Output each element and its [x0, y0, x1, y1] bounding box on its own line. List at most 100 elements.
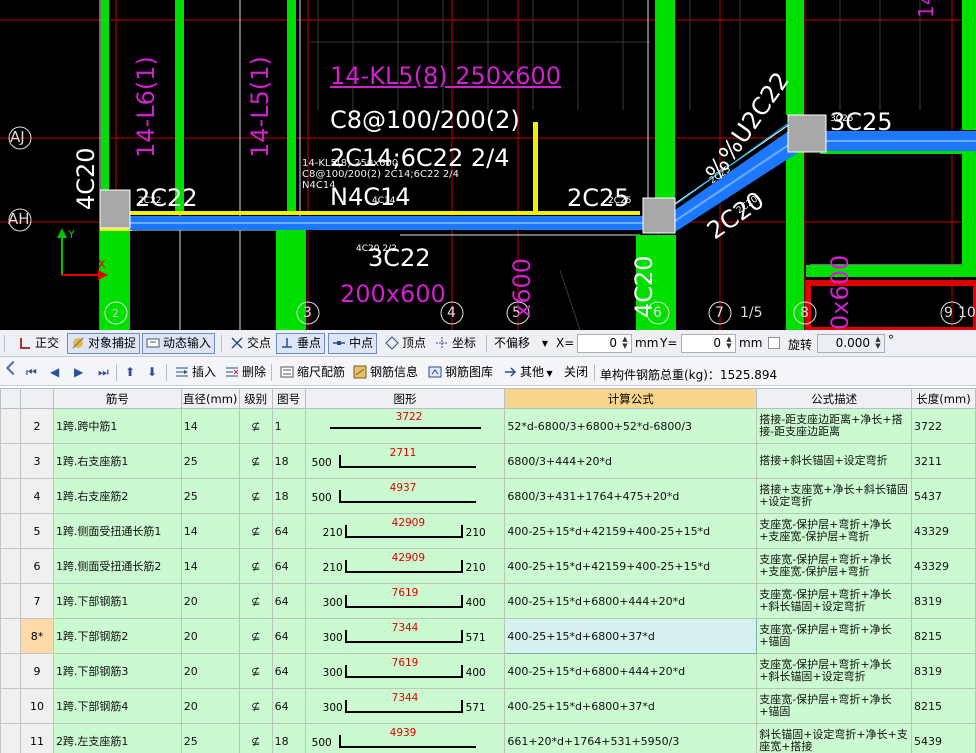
col-header-formula[interactable]: 计算公式: [504, 388, 758, 409]
row-index[interactable]: 2: [19, 408, 54, 444]
shape-cell[interactable]: 500 4937: [304, 478, 506, 514]
figure-number-cell[interactable]: 64: [271, 548, 306, 584]
col-header-length[interactable]: 长度(mm): [910, 388, 976, 409]
description-cell[interactable]: 支座宽-保护层+弯折+净长+斜长锚固+设定弯折: [756, 653, 912, 689]
table-row[interactable]: 2 1跨.跨中筋1 14 ⊈ 1 3722 52*d-6800/3+6800+52*d-68…: [0, 408, 976, 444]
col-header-name[interactable]: 筋号: [52, 388, 182, 409]
row-handle[interactable]: [0, 548, 21, 584]
length-cell[interactable]: 3722: [910, 408, 976, 444]
description-cell[interactable]: 支座宽-保护层+弯折+净长+锚固: [756, 688, 912, 724]
shape-cell[interactable]: 210 42909 210: [304, 513, 506, 549]
figure-number-cell[interactable]: 1: [271, 408, 306, 444]
object-snap-button[interactable]: 对象捕捉: [67, 333, 141, 354]
prev-record-button[interactable]: ◀: [46, 362, 63, 383]
rebar-name-cell[interactable]: 1跨.右支座筋2: [52, 478, 182, 514]
diameter-cell[interactable]: 20: [180, 583, 240, 619]
row-index[interactable]: 10: [19, 688, 54, 724]
formula-cell[interactable]: 400-25+15*d+42159+400-25+15*d: [504, 513, 758, 549]
col-header-description[interactable]: 公式描述: [756, 388, 912, 409]
close-button[interactable]: 关闭: [560, 362, 592, 383]
rebar-name-cell[interactable]: 1跨.下部钢筋4: [52, 688, 182, 724]
description-cell[interactable]: 搭接+斜长锚固+设定弯折: [756, 443, 912, 479]
next-record-button[interactable]: ▶: [70, 362, 87, 383]
y-spinner-icon[interactable]: ▲ ▼: [724, 336, 734, 351]
row-handle[interactable]: [0, 513, 21, 549]
last-record-button[interactable]: ⏭: [94, 362, 113, 383]
delete-button[interactable]: 删除: [221, 362, 270, 383]
formula-cell[interactable]: 400-25+15*d+42159+400-25+15*d: [504, 548, 758, 584]
row-handle[interactable]: [0, 478, 21, 514]
rebar-name-cell[interactable]: 1跨.右支座筋1: [52, 443, 182, 479]
rebar-name-cell[interactable]: 1跨.下部钢筋3: [52, 653, 182, 689]
length-cell[interactable]: 5439: [910, 723, 976, 753]
coordinate-snap-button[interactable]: 坐标: [431, 333, 480, 354]
formula-cell[interactable]: 6800/3+444+20*d: [504, 443, 758, 479]
row-index[interactable]: 7: [19, 583, 54, 619]
grade-cell[interactable]: ⊈: [238, 443, 273, 479]
diameter-cell[interactable]: 14: [180, 548, 240, 584]
ortho-button[interactable]: 正交: [14, 333, 63, 354]
diameter-cell[interactable]: 25: [180, 478, 240, 514]
formula-cell[interactable]: 52*d-6800/3+6800+52*d-6800/3: [504, 408, 758, 444]
diameter-cell[interactable]: 14: [180, 408, 240, 444]
length-cell[interactable]: 43329: [910, 513, 976, 549]
rebar-name-cell[interactable]: 1跨.跨中筋1: [52, 408, 182, 444]
formula-cell[interactable]: 400-25+15*d+6800+37*d: [504, 688, 758, 724]
formula-cell[interactable]: 661+20*d+1764+531+5950/3: [504, 723, 758, 753]
figure-number-cell[interactable]: 18: [271, 478, 306, 514]
x-coordinate-input[interactable]: 0 ▲ ▼: [577, 334, 632, 353]
rebar-name-cell[interactable]: 1跨.侧面受扭通长筋2: [52, 548, 182, 584]
row-index[interactable]: 3: [19, 443, 54, 479]
grade-cell[interactable]: ⊈: [238, 618, 273, 654]
diameter-cell[interactable]: 20: [180, 688, 240, 724]
grade-cell[interactable]: ⊈: [238, 653, 273, 689]
col-header-shape[interactable]: 图形: [304, 388, 506, 409]
grade-cell[interactable]: ⊈: [238, 688, 273, 724]
rebar-name-cell[interactable]: 2跨.左支座筋1: [52, 723, 182, 753]
table-row[interactable]: 9 1跨.下部钢筋3 20 ⊈ 64 300 7619 400 400-25+15*d+6800…: [0, 653, 976, 689]
description-cell[interactable]: 搭接-距支座边距离+净长+搭接-距支座边距离: [756, 408, 912, 444]
grade-cell[interactable]: ⊈: [238, 583, 273, 619]
table-row[interactable]: 7 1跨.下部钢筋1 20 ⊈ 64 300 7619 400 400-25+15*d+6800…: [0, 583, 976, 619]
grade-cell[interactable]: ⊈: [238, 408, 273, 444]
col-header-diameter[interactable]: 直径(mm): [180, 388, 240, 409]
row-handle[interactable]: [0, 688, 21, 724]
row-index[interactable]: 9: [19, 653, 54, 689]
row-index[interactable]: 8*: [19, 618, 54, 654]
x-spinner-icon[interactable]: ▲ ▼: [620, 336, 630, 351]
description-cell[interactable]: 斜长锚固+设定弯折+净长+支座宽+搭接: [756, 723, 912, 753]
insert-button[interactable]: 插入: [171, 362, 220, 383]
description-cell[interactable]: 支座宽-保护层+弯折+净长+支座宽-保护层+弯折: [756, 548, 912, 584]
length-cell[interactable]: 43329: [910, 548, 976, 584]
shape-cell[interactable]: 300 7619 400: [304, 653, 506, 689]
formula-cell[interactable]: 400-25+15*d+6800+444+20*d: [504, 653, 758, 689]
move-up-button[interactable]: ⬆: [121, 362, 139, 383]
rebar-name-cell[interactable]: 1跨.下部钢筋2: [52, 618, 182, 654]
figure-number-cell[interactable]: 64: [271, 513, 306, 549]
y-coordinate-input[interactable]: 0 ▲ ▼: [681, 334, 736, 353]
shape-cell[interactable]: 300 7344 571: [304, 688, 506, 724]
figure-number-cell[interactable]: 64: [271, 583, 306, 619]
row-index[interactable]: 6: [19, 548, 54, 584]
move-down-button[interactable]: ⬇: [143, 362, 161, 383]
figure-number-cell[interactable]: 18: [271, 443, 306, 479]
rebar-info-button[interactable]: 钢筋信息: [349, 362, 422, 383]
length-cell[interactable]: 8319: [910, 653, 976, 689]
length-cell[interactable]: 5437: [910, 478, 976, 514]
figure-number-cell[interactable]: 64: [271, 618, 306, 654]
row-index[interactable]: 5: [19, 513, 54, 549]
row-index[interactable]: 11: [19, 723, 54, 753]
grade-cell[interactable]: ⊈: [238, 478, 273, 514]
perpendicular-snap-button[interactable]: 垂点: [276, 333, 326, 354]
row-handle[interactable]: [0, 618, 21, 654]
col-header-grade[interactable]: 级别: [238, 388, 273, 409]
cad-drawing-canvas[interactable]: AJ AH Y X 2 3 4 5 6 7 1/5 8 9 10 14-KL5(…: [0, 0, 976, 330]
description-cell[interactable]: 支座宽-保护层+弯折+净长+斜长锚固+设定弯折: [756, 583, 912, 619]
description-cell[interactable]: 搭接+支座宽+净长+斜长锚固+设定弯折: [756, 478, 912, 514]
rebar-name-cell[interactable]: 1跨.下部钢筋1: [52, 583, 182, 619]
grade-cell[interactable]: ⊈: [238, 548, 273, 584]
table-row[interactable]: 6 1跨.侧面受扭通长筋2 14 ⊈ 64 210 42909 210 400-25+15*d+…: [0, 548, 976, 584]
col-header-figure-no[interactable]: 图号: [271, 388, 306, 409]
formula-cell[interactable]: 400-25+15*d+6800+37*d: [504, 618, 758, 654]
length-cell[interactable]: 8215: [910, 688, 976, 724]
